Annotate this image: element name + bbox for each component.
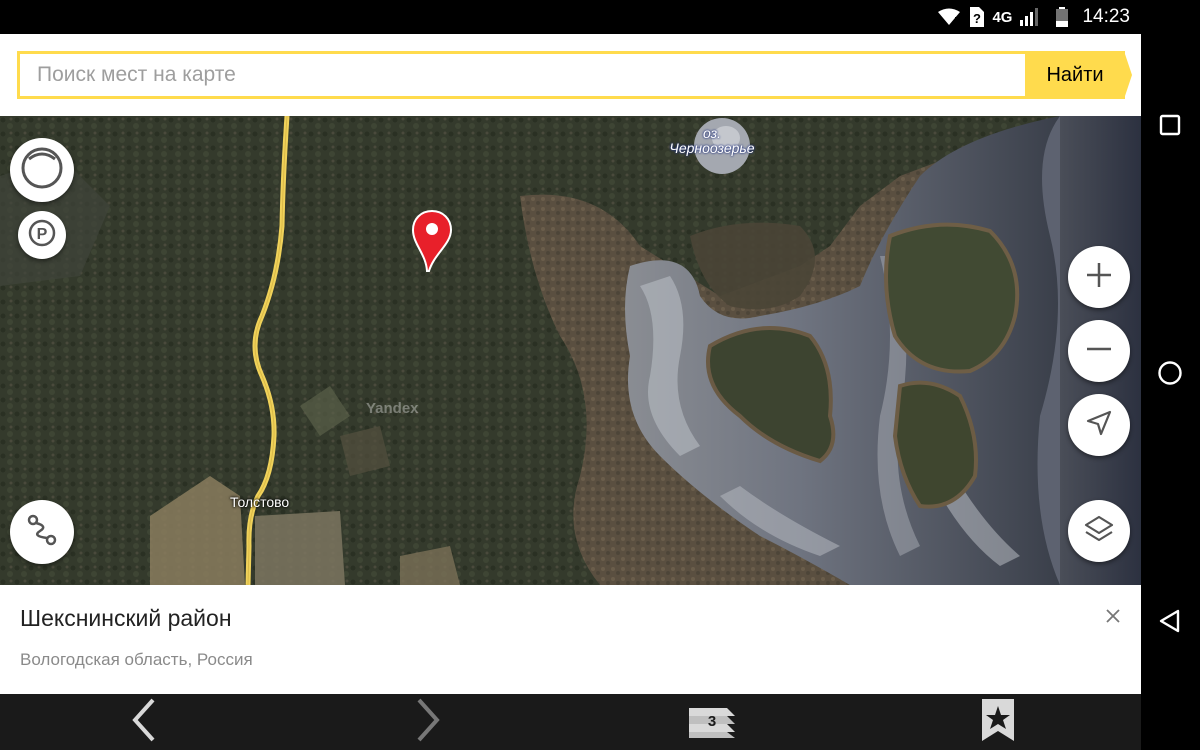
tabs-icon: 3 (687, 702, 737, 742)
forward-button[interactable] (408, 698, 448, 746)
screen: ? 4G 14:23 Найти (0, 0, 1200, 750)
search-input[interactable] (17, 51, 1025, 99)
place-title: Шекснинский район (20, 605, 232, 631)
close-icon (1105, 608, 1121, 629)
tabs-count: 3 (707, 713, 717, 730)
close-button[interactable] (1100, 605, 1126, 631)
network-type: 4G (992, 8, 1013, 26)
location-pin-icon[interactable] (411, 209, 453, 272)
back-system-button[interactable] (1155, 608, 1185, 638)
status-time: 14:23 (1082, 6, 1130, 27)
zoom-out-icon (1084, 334, 1114, 369)
traffic-icon (19, 145, 65, 196)
route-icon (24, 512, 60, 553)
bookmarks-button[interactable] (978, 698, 1018, 746)
search-box: Найти (17, 51, 1132, 99)
recents-button[interactable] (1155, 112, 1185, 142)
svg-text:P: P (37, 226, 48, 243)
village-label: Толстово (230, 494, 290, 510)
search-button-arrow (1124, 51, 1132, 99)
zoom-in-button[interactable] (1068, 246, 1130, 308)
status-bar: ? 4G 14:23 (0, 0, 1200, 34)
sim-warning-icon: ? (968, 7, 985, 27)
chevron-left-icon (131, 698, 157, 747)
zoom-in-icon (1084, 260, 1114, 295)
yandex-watermark: Yandex (366, 400, 419, 417)
satellite-imagery (0, 116, 1141, 585)
signal-icon (1020, 8, 1040, 26)
search-bar: Найти (0, 34, 1141, 116)
home-button[interactable] (1155, 360, 1185, 390)
lake-label-name: Черноозерье (669, 140, 755, 156)
battery-icon (1056, 7, 1069, 27)
chevron-right-icon (415, 698, 441, 747)
back-button[interactable] (124, 698, 164, 746)
lake-label-prefix: оз. (702, 125, 722, 141)
recents-icon (1159, 114, 1181, 141)
back-triangle-icon (1158, 609, 1182, 638)
tabs-button[interactable]: 3 (686, 698, 738, 746)
bookmark-star-icon (980, 697, 1016, 748)
layers-button[interactable] (1068, 500, 1130, 562)
my-location-button[interactable] (1068, 394, 1130, 456)
home-icon (1157, 360, 1183, 391)
yandex-maps-app: Найти (0, 34, 1141, 694)
parking-button[interactable]: P (18, 211, 66, 259)
system-nav-bar (1141, 34, 1200, 750)
status-icons: ? 4G 14:23 (938, 6, 1130, 28)
browser-toolbar: 3 (0, 694, 1141, 750)
map-view[interactable]: оз. Черноозерье Толстово Yandex P (0, 116, 1141, 585)
layers-icon (1083, 513, 1115, 550)
search-button[interactable]: Найти (1025, 51, 1125, 99)
place-card[interactable]: Шекснинский район Вологодская область, Р… (0, 585, 1141, 694)
wifi-icon (938, 8, 961, 26)
traffic-button[interactable] (10, 138, 74, 202)
parking-icon: P (27, 218, 57, 253)
location-arrow-icon (1084, 408, 1114, 443)
svg-text:?: ? (973, 11, 981, 26)
place-subtitle: Вологодская область, Россия (20, 650, 253, 669)
lake-label: оз. Черноозерье (662, 126, 762, 156)
zoom-out-button[interactable] (1068, 320, 1130, 382)
route-button[interactable] (10, 500, 74, 564)
